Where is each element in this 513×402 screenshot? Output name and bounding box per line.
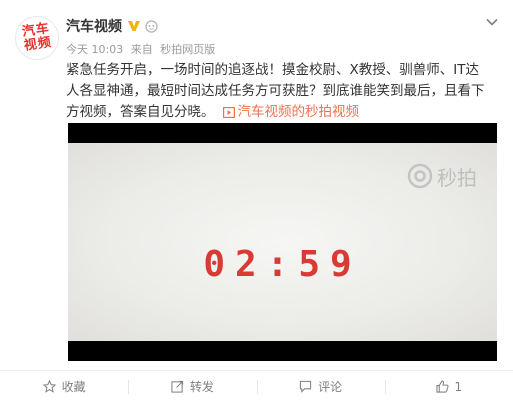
video-link-text: 汽车视频的秒拍视频 (237, 104, 360, 120)
repost-icon (171, 380, 183, 393)
post-meta: 今天 10:03 来自 秒拍网页版 (66, 41, 215, 57)
favorite-label: 收藏 (61, 380, 86, 394)
repost-button[interactable]: 转发 (128, 371, 256, 402)
post-time[interactable]: 今天 10:03 (66, 43, 123, 56)
member-badge-icon[interactable] (145, 19, 158, 33)
video-link[interactable]: 汽车视频的秒拍视频 (222, 104, 360, 120)
video-player[interactable]: 02:59 秒拍 (68, 123, 497, 361)
camera-icon (407, 163, 433, 189)
repost-label: 转发 (189, 380, 214, 394)
source-prefix: 来自 (130, 43, 153, 56)
watermark: 秒拍 (407, 161, 477, 191)
action-bar: 收藏 转发 评论 1 (0, 371, 513, 402)
watermark-text: 秒拍 (437, 165, 477, 190)
video-play-icon (222, 107, 235, 119)
avatar[interactable]: 汽车视频 (15, 16, 59, 60)
chevron-down-icon[interactable] (485, 15, 499, 29)
comment-button[interactable]: 评论 (256, 371, 385, 402)
like-icon (435, 380, 449, 393)
favorite-button[interactable]: 收藏 (0, 371, 128, 402)
video-frame: 02:59 秒拍 (68, 143, 497, 341)
countdown-timer: 02:59 (203, 244, 362, 285)
avatar-logo-text: 汽车视频 (21, 21, 53, 54)
like-button[interactable]: 1 (384, 371, 513, 402)
user-name[interactable]: 汽车视频 (66, 16, 122, 36)
verified-v-icon[interactable] (127, 19, 141, 33)
post-source[interactable]: 秒拍网页版 (160, 43, 215, 56)
comment-icon (299, 380, 312, 393)
like-count: 1 (454, 379, 463, 394)
weibo-post: 汽车视频 汽车视频 今天 10:03 来自 秒拍网页版 紧急任务开启，一场时间的… (0, 0, 513, 402)
comment-label: 评论 (318, 380, 343, 394)
star-icon (42, 380, 56, 393)
post-text: 紧急任务开启，一场时间的追逐战！摸金校尉、X教授、驯兽师、IT达人各显神通，最短… (66, 60, 486, 123)
name-row: 汽车视频 (66, 17, 158, 35)
